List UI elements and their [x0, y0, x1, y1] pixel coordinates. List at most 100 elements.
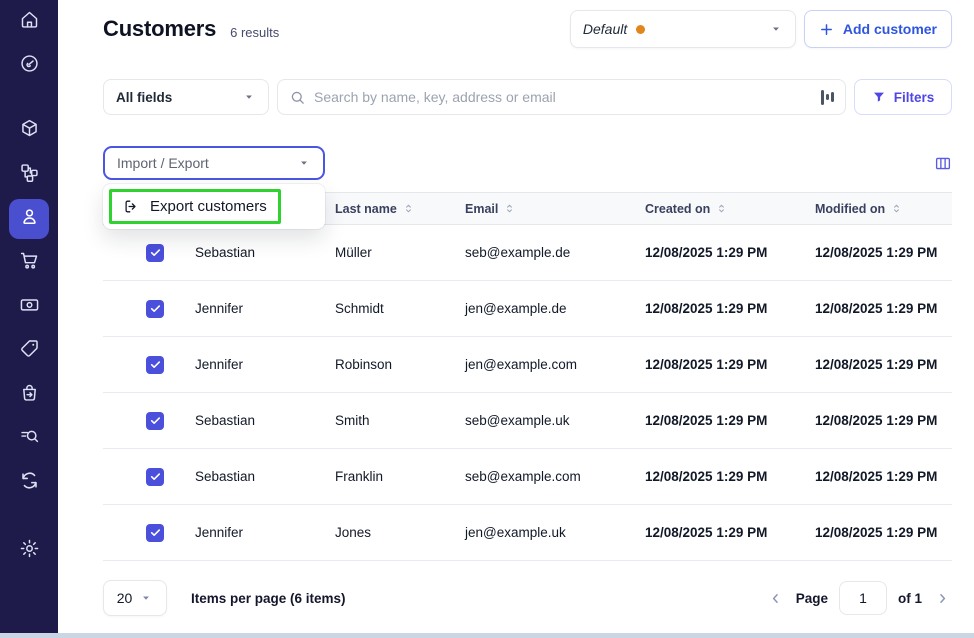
- page-size-select[interactable]: 20: [103, 580, 167, 616]
- filters-label: Filters: [894, 90, 935, 105]
- cell-modified-on: 12/08/2025 1:29 PM: [799, 469, 952, 484]
- customers-table: Last name Email Created on Modified on S…: [103, 192, 952, 561]
- sidebar-item-customers[interactable]: [9, 199, 49, 239]
- table-row[interactable]: Jennifer Jones jen@example.uk 12/08/2025…: [103, 505, 952, 561]
- sidebar: [0, 0, 58, 638]
- chevron-down-icon: [297, 156, 311, 170]
- sidebar-item-products[interactable]: [9, 111, 49, 151]
- page-number-input[interactable]: [839, 581, 887, 615]
- cell-created-on: 12/08/2025 1:29 PM: [629, 525, 799, 540]
- sidebar-item-tags[interactable]: [9, 331, 49, 371]
- results-count: 6 results: [230, 25, 279, 40]
- cell-first-name: Sebastian: [179, 245, 319, 260]
- page-size-value: 20: [117, 590, 133, 606]
- table-row[interactable]: Sebastian Franklin seb@example.com 12/08…: [103, 449, 952, 505]
- cell-created-on: 12/08/2025 1:29 PM: [629, 469, 799, 484]
- cell-last-name: Smith: [319, 413, 449, 428]
- export-icon: [123, 198, 140, 215]
- import-export-wrap: Import / Export Export customers: [103, 146, 325, 180]
- header-modified-on[interactable]: Modified on: [799, 202, 952, 216]
- user-icon: [19, 206, 40, 232]
- search-box: [277, 79, 846, 115]
- table-row[interactable]: Jennifer Robinson jen@example.com 12/08/…: [103, 337, 952, 393]
- store-select[interactable]: Default: [570, 10, 796, 48]
- cell-modified-on: 12/08/2025 1:29 PM: [799, 357, 952, 372]
- import-export-button[interactable]: Import / Export: [103, 146, 325, 180]
- sidebar-item-sync[interactable]: [9, 463, 49, 503]
- sidebar-item-orders[interactable]: [9, 243, 49, 283]
- cell-last-name: Schmidt: [319, 301, 449, 316]
- sort-icon: [402, 202, 415, 215]
- sort-icon: [715, 202, 728, 215]
- row-checkbox[interactable]: [146, 300, 164, 318]
- sidebar-item-search[interactable]: [9, 419, 49, 459]
- sidebar-item-inventory[interactable]: [9, 375, 49, 415]
- search-icon: [289, 89, 306, 106]
- page-label: Page: [796, 591, 828, 606]
- cell-email: jen@example.com: [449, 357, 629, 372]
- cell-last-name: Müller: [319, 245, 449, 260]
- row-checkbox[interactable]: [146, 524, 164, 542]
- cell-last-name: Jones: [319, 525, 449, 540]
- row-checkbox[interactable]: [146, 356, 164, 374]
- add-customer-label: Add customer: [843, 21, 937, 37]
- filters-button[interactable]: Filters: [854, 79, 952, 115]
- cell-email: seb@example.de: [449, 245, 629, 260]
- sidebar-item-dashboard[interactable]: [9, 46, 49, 86]
- sort-icon: [503, 202, 516, 215]
- field-select-value: All fields: [116, 90, 172, 105]
- sync-icon: [19, 470, 40, 496]
- cell-first-name: Jennifer: [179, 357, 319, 372]
- export-customers-label: Export customers: [150, 198, 267, 215]
- field-select[interactable]: All fields: [103, 79, 269, 115]
- row-checkbox[interactable]: [146, 412, 164, 430]
- bottom-edge-strip: [0, 633, 974, 638]
- cell-created-on: 12/08/2025 1:29 PM: [629, 301, 799, 316]
- funnel-icon: [872, 90, 886, 104]
- check-icon: [149, 470, 162, 483]
- main-content: Customers 6 results Default Add customer…: [58, 0, 974, 638]
- cell-modified-on: 12/08/2025 1:29 PM: [799, 525, 952, 540]
- sidebar-item-home[interactable]: [9, 2, 49, 42]
- table-row[interactable]: Sebastian Smith seb@example.uk 12/08/202…: [103, 393, 952, 449]
- table-row[interactable]: Jennifer Schmidt jen@example.de 12/08/20…: [103, 281, 952, 337]
- cell-first-name: Jennifer: [179, 301, 319, 316]
- column-settings-button[interactable]: [934, 155, 952, 172]
- check-icon: [149, 358, 162, 371]
- header-email[interactable]: Email: [449, 202, 629, 216]
- check-icon: [149, 414, 162, 427]
- table-actions-row: Import / Export Export customers: [103, 146, 952, 180]
- of-total-label: of 1: [898, 591, 922, 606]
- store-select-value: Default: [583, 21, 627, 37]
- page-title: Customers: [103, 16, 216, 42]
- sidebar-item-settings[interactable]: [9, 531, 49, 571]
- bag-arrow-icon: [19, 382, 40, 408]
- header-last-name-label: Last name: [335, 202, 397, 216]
- add-customer-button[interactable]: Add customer: [804, 10, 952, 48]
- cell-email: jen@example.uk: [449, 525, 629, 540]
- search-input[interactable]: [314, 89, 813, 105]
- row-checkbox[interactable]: [146, 468, 164, 486]
- header-created-on[interactable]: Created on: [629, 202, 799, 216]
- chevron-right-icon: [935, 591, 950, 606]
- box-icon: [19, 118, 40, 144]
- cash-icon: [19, 294, 40, 320]
- cell-created-on: 12/08/2025 1:29 PM: [629, 413, 799, 428]
- cell-modified-on: 12/08/2025 1:29 PM: [799, 301, 952, 316]
- sidebar-item-workflows[interactable]: [9, 155, 49, 195]
- export-customers-menu-item[interactable]: Export customers: [109, 189, 281, 224]
- chevron-left-icon: [768, 591, 783, 606]
- next-page-button[interactable]: [933, 589, 952, 608]
- chevron-down-icon: [769, 22, 783, 36]
- import-export-menu: Export customers: [103, 184, 325, 229]
- previous-page-button[interactable]: [766, 589, 785, 608]
- table-row[interactable]: Sebastian Müller seb@example.de 12/08/20…: [103, 225, 952, 281]
- row-checkbox[interactable]: [146, 244, 164, 262]
- sidebar-item-payments[interactable]: [9, 287, 49, 327]
- check-icon: [149, 526, 162, 539]
- gear-icon: [19, 538, 40, 564]
- header-last-name[interactable]: Last name: [319, 202, 449, 216]
- search-toolbar: All fields Filters: [103, 79, 952, 115]
- workflow-icon: [19, 162, 40, 188]
- columns-icon: [934, 155, 952, 172]
